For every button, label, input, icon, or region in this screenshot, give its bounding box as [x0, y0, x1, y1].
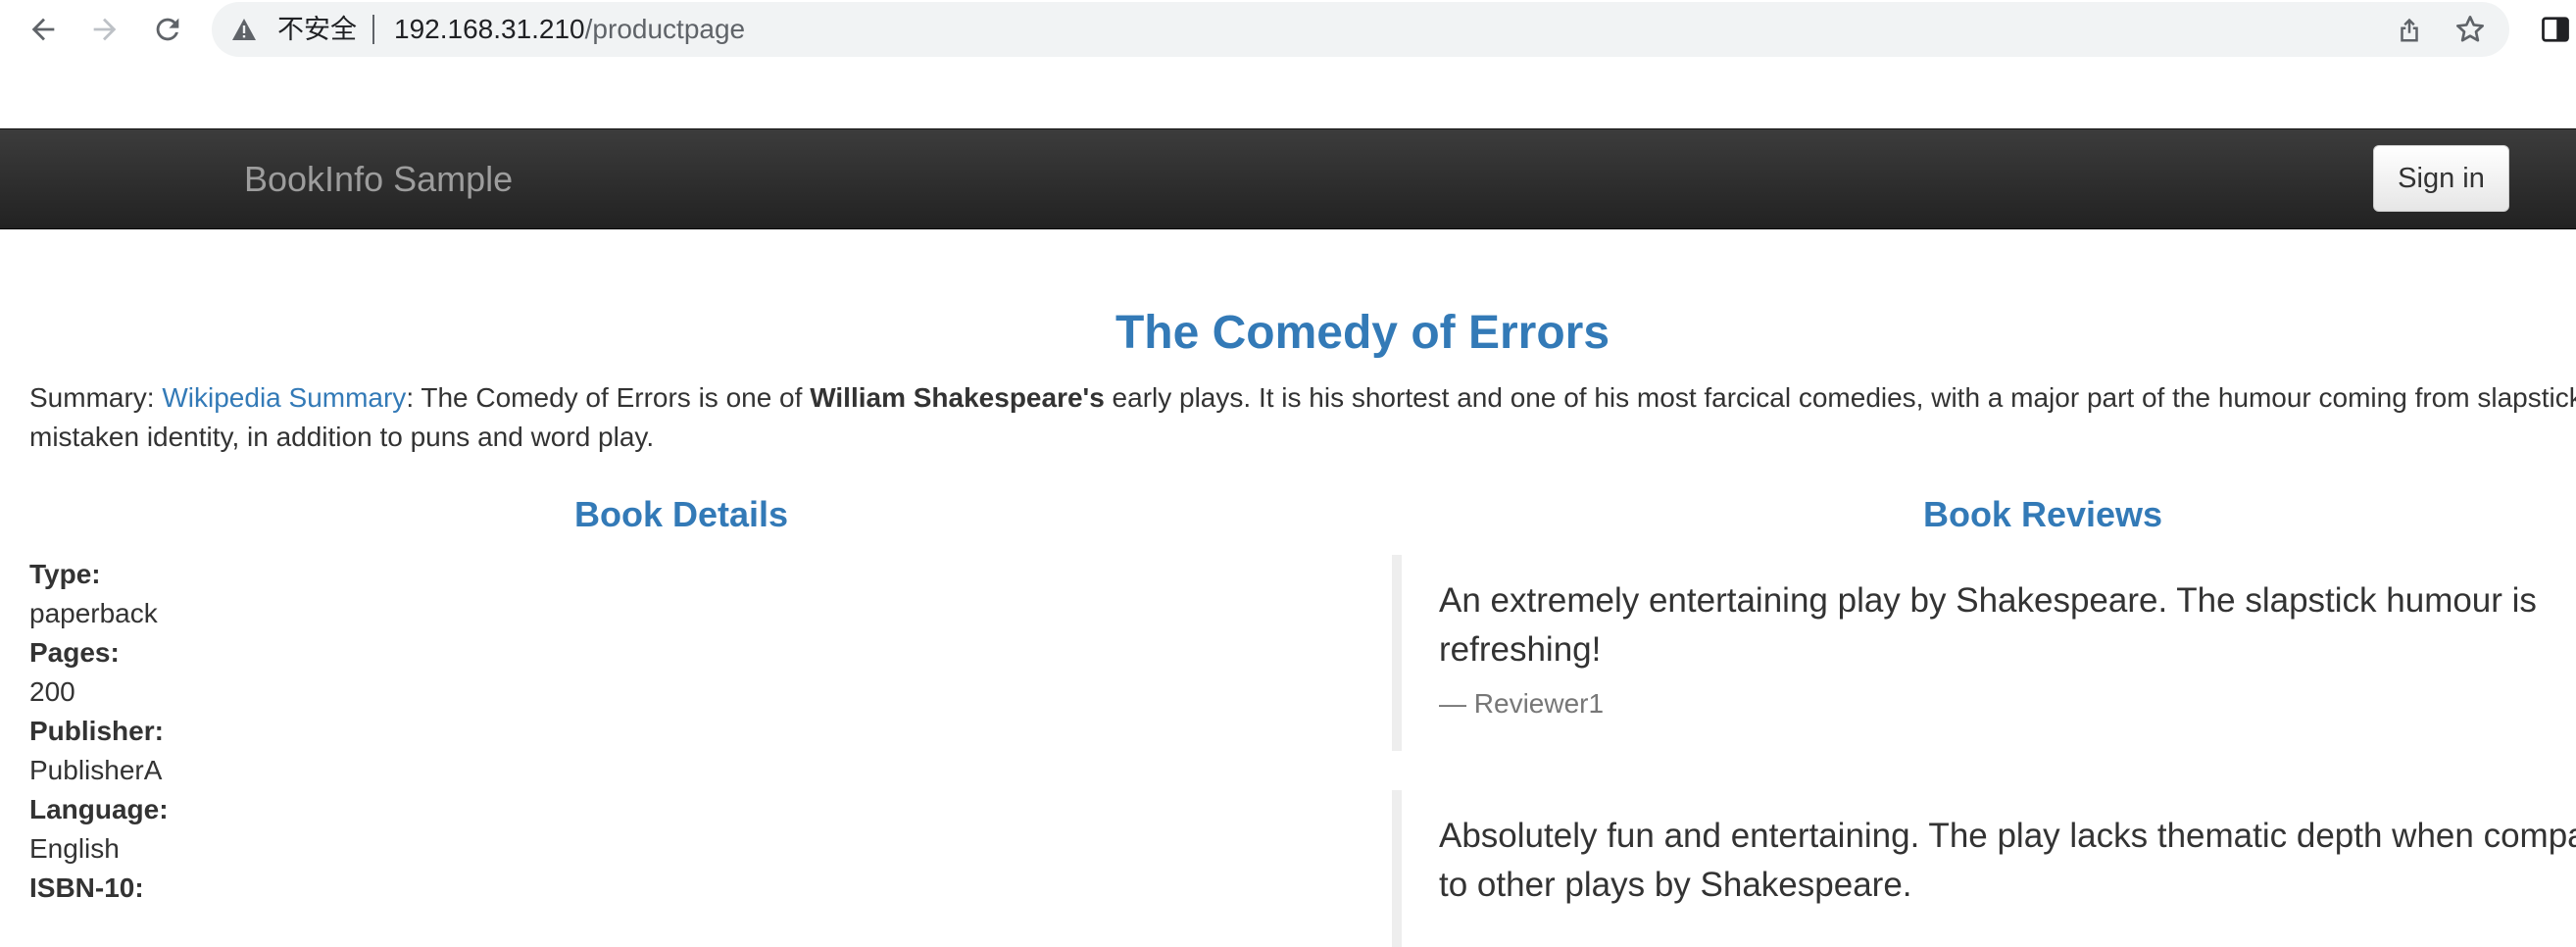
review-text-line: An extremely entertaining play by Shakes… [1439, 581, 2537, 620]
summary-line-2: mistaken identity, in addition to puns a… [29, 422, 655, 452]
sign-in-button[interactable]: Sign in [2373, 145, 2509, 212]
reviewer-name: — Reviewer1 [1439, 688, 1605, 719]
detail-value-language: English [29, 833, 120, 864]
browser-toolbar: 不安全 192.168.31.210/productpage [0, 0, 2576, 59]
detail-label-pages: Pages: [29, 637, 120, 668]
arrow-left-icon [31, 18, 55, 41]
review-text: An extremely entertaining play by Shakes… [1439, 555, 2576, 674]
detail-label-language: Language: [29, 794, 169, 824]
book-summary: Summary: Wikipedia Summary: The Comedy o… [29, 378, 2576, 457]
detail-value-pages: 200 [29, 676, 75, 707]
share-icon[interactable] [2395, 15, 2424, 44]
review-text: Absolutely fun and entertaining. The pla… [1439, 790, 2576, 910]
url-host: 192.168.31.210 [394, 14, 585, 44]
book-title: The Comedy of Errors [1115, 307, 1610, 359]
top-navbar: BookInfo Sample Sign in [0, 128, 2576, 229]
reload-icon [156, 18, 179, 41]
arrow-right-icon [93, 18, 117, 41]
reload-button[interactable] [148, 10, 187, 49]
forward-button[interactable] [85, 10, 124, 49]
back-button[interactable] [24, 10, 63, 49]
review-text-line: refreshing! [1439, 630, 1602, 669]
security-label[interactable]: 不安全 [277, 14, 357, 45]
url-path: /productpage [584, 14, 746, 44]
book-details-heading: Book Details [573, 494, 789, 534]
review-text-line: to other plays by Shakespeare. [1439, 866, 1912, 904]
brand-link[interactable]: BookInfo Sample [244, 159, 513, 200]
summary-prefix: Summary: [29, 382, 163, 413]
detail-label-type: Type: [29, 559, 101, 589]
wikipedia-summary-link[interactable]: Wikipedia Summary [162, 382, 406, 413]
address-bar[interactable]: 不安全 192.168.31.210/productpage [212, 2, 2509, 57]
detail-value-publisher: PublisherA [29, 755, 163, 785]
omnibox-divider [372, 15, 374, 44]
review-item: Absolutely fun and entertaining. The pla… [1392, 790, 2576, 947]
summary-text-2: early plays. It is his shortest and one … [1104, 382, 2576, 413]
summary-line-1: Summary: Wikipedia Summary: The Comedy o… [29, 378, 2576, 418]
summary-text-1: : The Comedy of Errors is one of [406, 382, 811, 413]
warning-icon [232, 19, 256, 40]
detail-label-isbn10: ISBN-10: [29, 872, 144, 903]
book-details-list: Type: paperback Pages: 200 Publisher: Pu… [29, 555, 169, 908]
book-reviews-heading: Book Reviews [1922, 494, 2163, 534]
detail-label-publisher: Publisher: [29, 716, 164, 746]
summary-author: William Shakespeare's [810, 382, 1105, 413]
detail-value-type: paperback [29, 598, 158, 628]
review-item: An extremely entertaining play by Shakes… [1392, 555, 2576, 751]
side-panel-icon[interactable] [2541, 14, 2570, 45]
url-text[interactable]: 192.168.31.210/productpage [394, 14, 745, 45]
review-text-line: Absolutely fun and entertaining. The pla… [1439, 817, 2576, 855]
bookmark-star-icon[interactable] [2454, 14, 2486, 45]
